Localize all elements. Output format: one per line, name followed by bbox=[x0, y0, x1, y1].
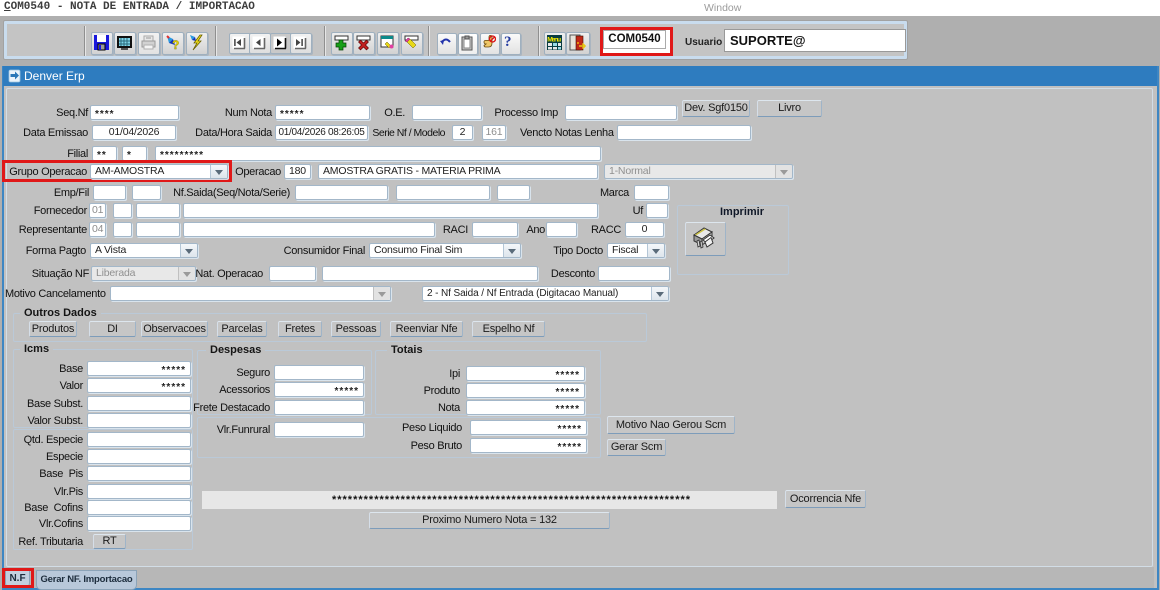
svg-text:?: ? bbox=[172, 38, 179, 51]
svg-text:Menu: Menu bbox=[547, 37, 561, 44]
